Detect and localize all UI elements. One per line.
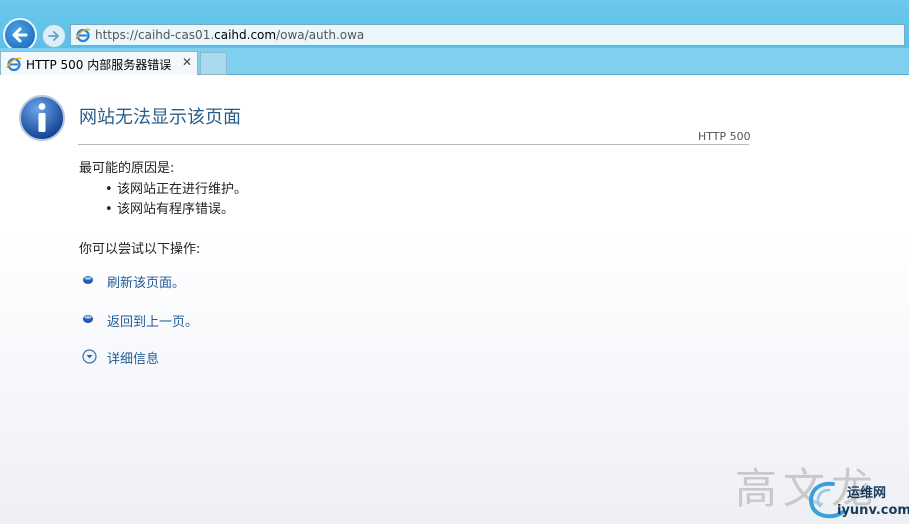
watermark-site-cn: 运维网: [847, 486, 887, 501]
watermark-logo: 运维网 iyunv.com: [803, 476, 909, 524]
tab-close-icon[interactable]: ✕: [182, 55, 192, 69]
back-arrow-icon: [12, 27, 28, 43]
blue-bullet-icon: [83, 276, 93, 284]
tab-title: HTTP 500 内部服务器错误: [26, 58, 172, 72]
reason-text: 该网站有程序错误。: [117, 202, 235, 217]
list-bullet: •: [105, 202, 113, 217]
details-link-text[interactable]: 详细信息: [107, 348, 159, 367]
ie-logo-icon: [75, 28, 91, 43]
page-title: 网站无法显示该页面: [79, 107, 241, 128]
url-text: https://caihd-cas01.caihd.com/owa/auth.o…: [95, 28, 364, 42]
browser-chrome: https://caihd-cas01.caihd.com/owa/auth.o…: [0, 0, 909, 75]
tab-active[interactable]: HTTP 500 内部服务器错误 ✕: [0, 51, 198, 75]
try-heading: 你可以尝试以下操作:: [79, 242, 201, 257]
address-bar[interactable]: https://caihd-cas01.caihd.com/owa/auth.o…: [70, 24, 905, 46]
list-bullet: •: [105, 182, 113, 197]
divider: [78, 144, 749, 145]
error-code: HTTP 500: [698, 130, 751, 143]
forward-arrow-icon: [48, 31, 59, 41]
url-host: caihd.com: [214, 28, 277, 42]
url-prefix: https://caihd-cas01.: [95, 28, 215, 42]
refresh-link-text[interactable]: 刷新该页面。: [107, 272, 185, 291]
tab-strip: HTTP 500 内部服务器错误 ✕: [0, 48, 909, 75]
url-path: /owa/auth.owa: [276, 28, 365, 42]
ie-logo-icon: [6, 57, 22, 72]
info-icon: [19, 95, 65, 141]
reason-item: • 该网站正在进行维护。: [105, 178, 247, 197]
back-button[interactable]: [3, 18, 37, 52]
blue-bullet-icon: [83, 315, 93, 323]
back-link-text[interactable]: 返回到上一页。: [107, 311, 198, 330]
forward-button[interactable]: [42, 24, 66, 48]
reason-text: 该网站正在进行维护。: [117, 182, 248, 197]
watermark-site-en: iyunv.com: [837, 503, 909, 518]
reason-item: • 该网站有程序错误。: [105, 198, 234, 217]
new-tab-button[interactable]: [200, 52, 227, 75]
chevron-down-circle-icon: [82, 349, 97, 364]
reasons-heading: 最可能的原因是:: [79, 161, 175, 176]
